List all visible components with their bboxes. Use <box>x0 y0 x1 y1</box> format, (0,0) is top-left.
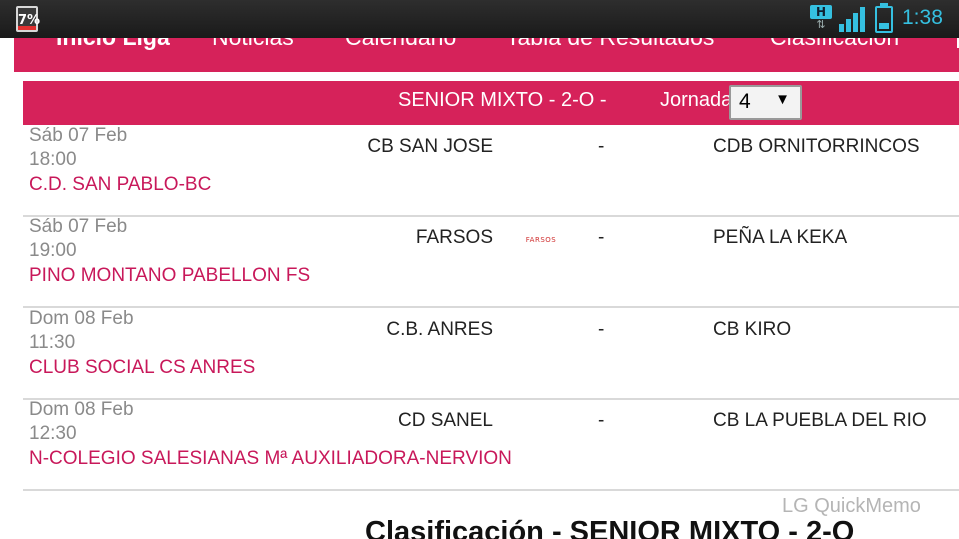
match-score: - <box>598 227 605 248</box>
classification-heading: Clasificación - SENIOR MIXTO - 2-O <box>365 516 855 539</box>
match-venue-link[interactable]: C.D. SAN PABLO-BC <box>29 174 211 196</box>
home-team: FARSOS <box>415 227 493 248</box>
network-type-label: H <box>810 5 832 19</box>
home-team: C.B. ANRES <box>386 319 493 340</box>
away-team: CB LA PUEBLA DEL RIO <box>713 410 927 431</box>
match-time: 11:30 <box>29 332 76 353</box>
nav-item-tabla-resultados[interactable]: Tabla de Resultados <box>506 38 714 51</box>
home-team: CD SANEL <box>397 410 493 431</box>
battery-alert-icon: 7% <box>16 6 41 32</box>
network-h-icon: H ⇅ <box>810 5 832 33</box>
match-venue-link[interactable]: PINO MONTANO PABELLON FS <box>29 265 310 287</box>
nav-item-clasificacion[interactable]: Clasificación <box>770 38 899 51</box>
nav-menu: Inicio Liga Noticias Calendario Tabla de… <box>14 38 959 72</box>
jornada-label: Jornada: <box>660 89 738 111</box>
jornada-select[interactable]: 4 ▼ <box>729 85 802 120</box>
jornada-selected-value: 4 <box>739 90 751 113</box>
away-team: CDB ORNITORRINCOS <box>713 136 920 157</box>
battery-badge-text: 7% <box>18 13 41 28</box>
match-row: Dom 08 Feb 11:30 CLUB SOCIAL CS ANRES C.… <box>23 308 959 400</box>
home-team: CB SAN JOSE <box>367 136 493 157</box>
away-team: PEÑA LA KEKA <box>713 227 848 248</box>
match-score: - <box>598 410 605 431</box>
jornada-header: SENIOR MIXTO - 2-O - Jornada: 4 ▼ <box>23 81 959 125</box>
battery-charging-icon <box>875 3 893 33</box>
match-date: Sáb 07 Feb <box>29 125 128 146</box>
away-team: CB KIRO <box>713 319 792 340</box>
match-venue-link[interactable]: CLUB SOCIAL CS ANRES <box>29 357 255 379</box>
league-title: SENIOR MIXTO - 2-O - <box>398 89 607 111</box>
match-row: Sáb 07 Feb 18:00 C.D. SAN PABLO-BC CB SA… <box>23 125 959 217</box>
match-time: 19:00 <box>29 240 77 261</box>
match-time: 18:00 <box>29 149 77 170</box>
match-row: Sáb 07 Feb 19:00 PINO MONTANO PABELLON F… <box>23 216 959 308</box>
data-arrows-icon: ⇅ <box>816 18 826 31</box>
match-score: - <box>598 319 605 340</box>
match-row: Dom 08 Feb 12:30 N-COLEGIO SALESIANAS Mª… <box>23 399 959 491</box>
chevron-down-icon: ▼ <box>775 91 790 108</box>
status-clock: 1:38 <box>902 6 943 29</box>
match-date: Dom 08 Feb <box>29 308 134 329</box>
nav-item-inicio-liga[interactable]: Inicio Liga <box>56 38 170 51</box>
team-logo: FARSOS <box>525 236 557 244</box>
quickmemo-watermark: LG QuickMemo <box>782 495 921 517</box>
nav-item-noticias[interactable]: Noticias <box>212 38 294 51</box>
nav-item-calendario[interactable]: Calendario <box>345 38 456 51</box>
match-time: 12:30 <box>29 423 77 444</box>
match-venue-link[interactable]: N-COLEGIO SALESIANAS Mª AUXILIADORA-NERV… <box>29 448 512 470</box>
match-date: Dom 08 Feb <box>29 399 134 420</box>
status-bar: 7% H ⇅ 1:38 <box>0 0 959 38</box>
match-date: Sáb 07 Feb <box>29 216 128 237</box>
signal-icon <box>839 6 867 32</box>
match-score: - <box>598 136 605 157</box>
